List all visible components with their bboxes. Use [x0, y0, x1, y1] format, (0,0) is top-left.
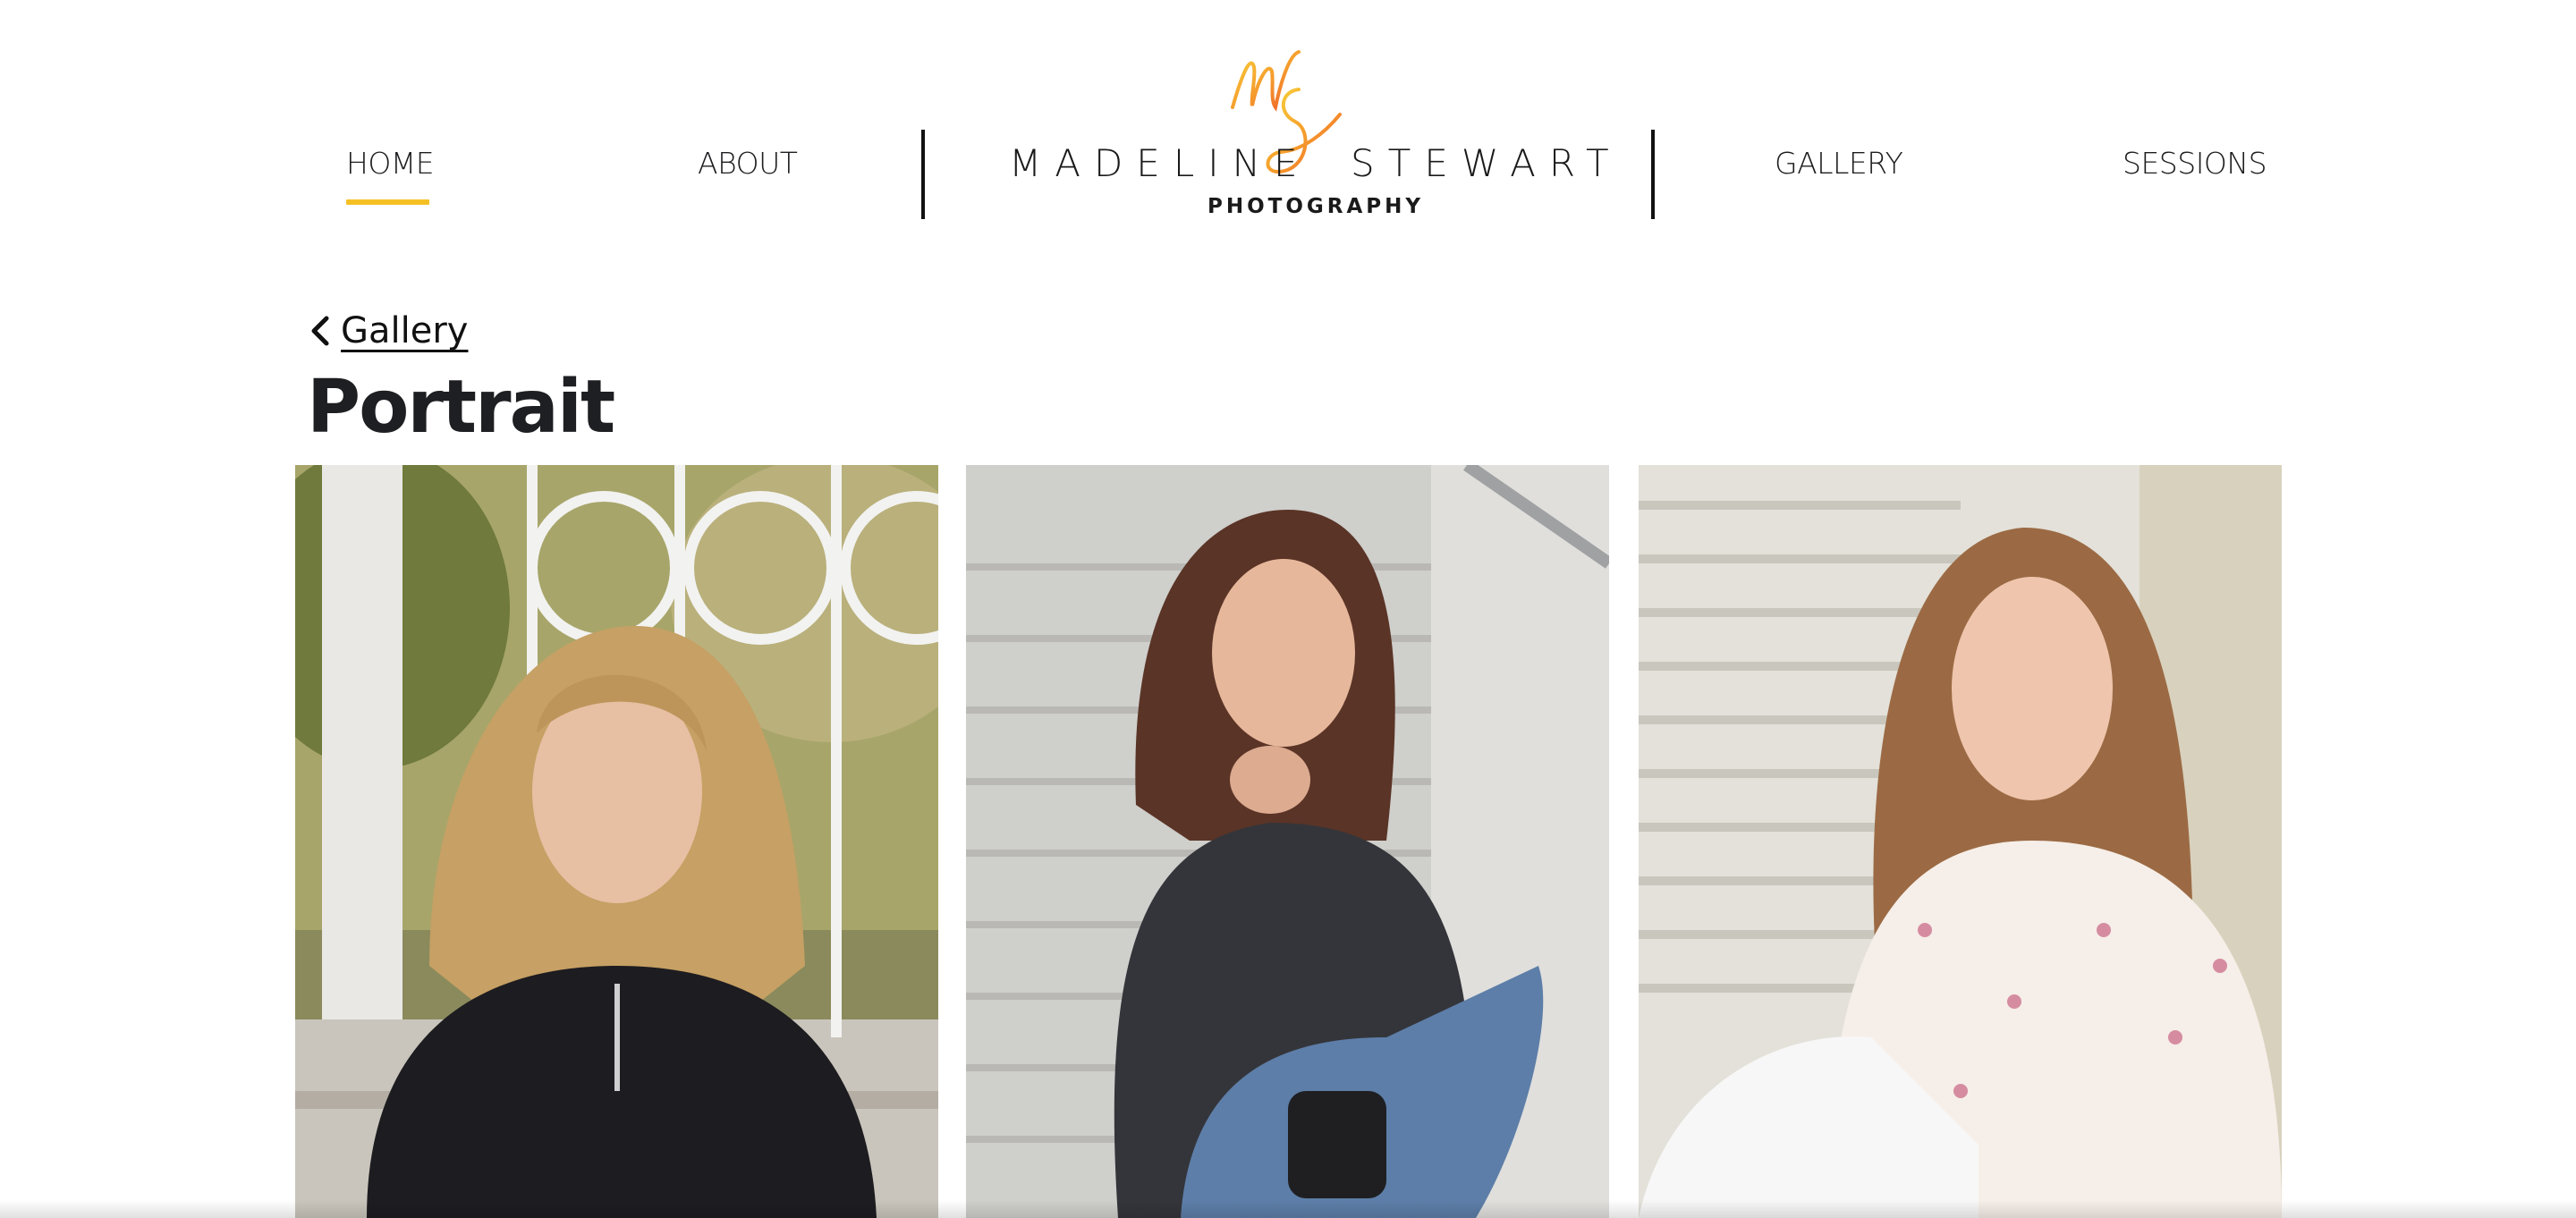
portrait-photo-image: [295, 465, 938, 1218]
logo-first-name: MADELINE: [1009, 141, 1311, 185]
logo-subtitle: PHOTOGRAPHY: [1208, 195, 1425, 218]
site-logo[interactable]: MADELINE STEWART PHOTOGRAPHY: [1002, 36, 1609, 233]
nav-sessions[interactable]: SESSIONS: [2123, 146, 2267, 181]
nav-home[interactable]: HOME: [346, 146, 435, 181]
logo-last-name: STEWART: [1351, 141, 1623, 185]
gallery-photo-1[interactable]: [295, 465, 938, 1218]
gallery-photo-3[interactable]: [1639, 465, 2282, 1218]
portrait-photo-image: [1639, 465, 2282, 1218]
portrait-photo-image: [966, 465, 1609, 1218]
chevron-left-icon: [311, 316, 329, 346]
nav-divider-right: [1651, 130, 1655, 219]
gallery-photo-2[interactable]: [966, 465, 1609, 1218]
nav-divider-left: [921, 130, 925, 219]
back-link-label: Gallery: [341, 310, 469, 351]
nav-active-underline: [346, 199, 429, 205]
back-to-gallery-link[interactable]: Gallery: [307, 304, 468, 358]
nav-gallery[interactable]: GALLERY: [1775, 146, 1903, 181]
nav-about[interactable]: ABOUT: [698, 146, 798, 181]
page-title: Portrait: [307, 365, 615, 450]
